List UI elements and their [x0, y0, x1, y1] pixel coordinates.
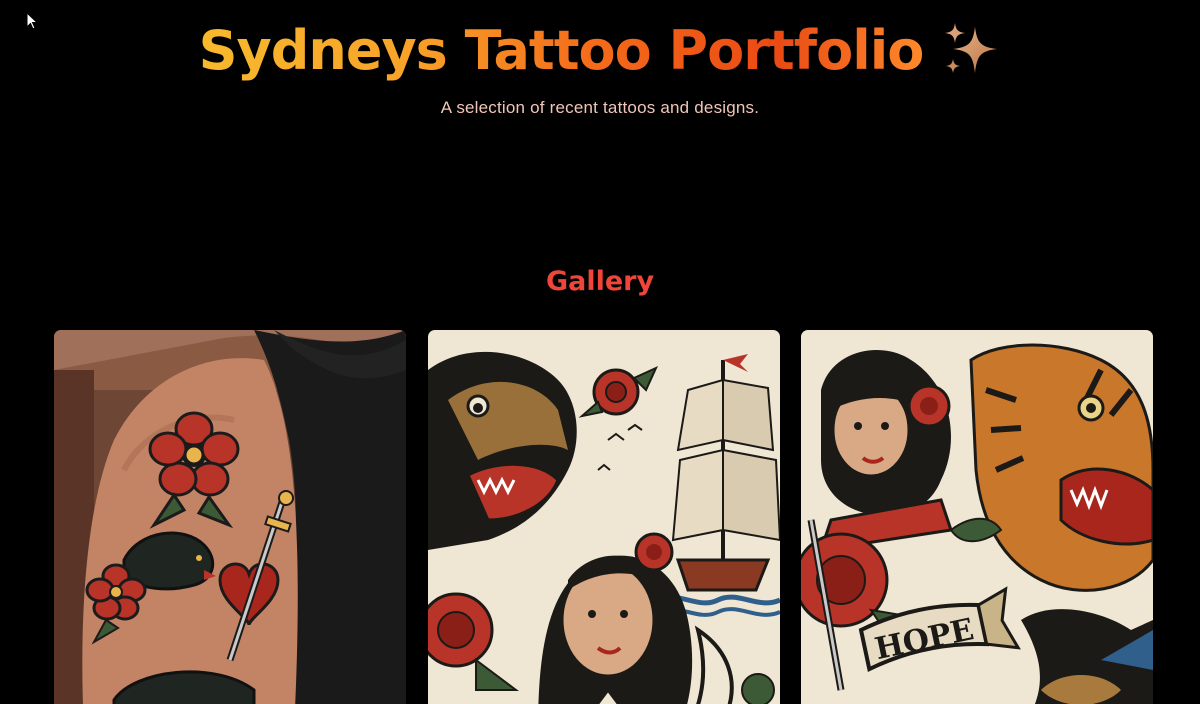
gallery-image-flash-sheet-dog-ship — [428, 330, 780, 704]
gallery-heading: Gallery — [545, 266, 655, 297]
title-row: Sydneys Tattoo Portfolio — [199, 18, 1002, 84]
gallery-item-flash-sheet-tiger-hope[interactable]: HOPE — [801, 330, 1153, 704]
gallery-item-flash-sheet-dog-ship[interactable] — [428, 330, 780, 704]
gallery-image-arm-sleeve — [54, 330, 406, 704]
sparkles-icon — [945, 23, 998, 73]
gallery-grid: HOPE — [54, 330, 1153, 704]
page: Sydneys Tattoo Portfolio A selection of … — [0, 0, 1200, 704]
page-title: Sydneys Tattoo Portfolio — [198, 19, 925, 82]
gallery-item-arm-sleeve[interactable] — [54, 330, 406, 704]
gallery-image-flash-sheet-tiger-hope: HOPE — [801, 330, 1153, 704]
page-subtitle: A selection of recent tattoos and design… — [440, 98, 760, 117]
hero-header: Sydneys Tattoo Portfolio A selection of … — [0, 18, 1200, 118]
